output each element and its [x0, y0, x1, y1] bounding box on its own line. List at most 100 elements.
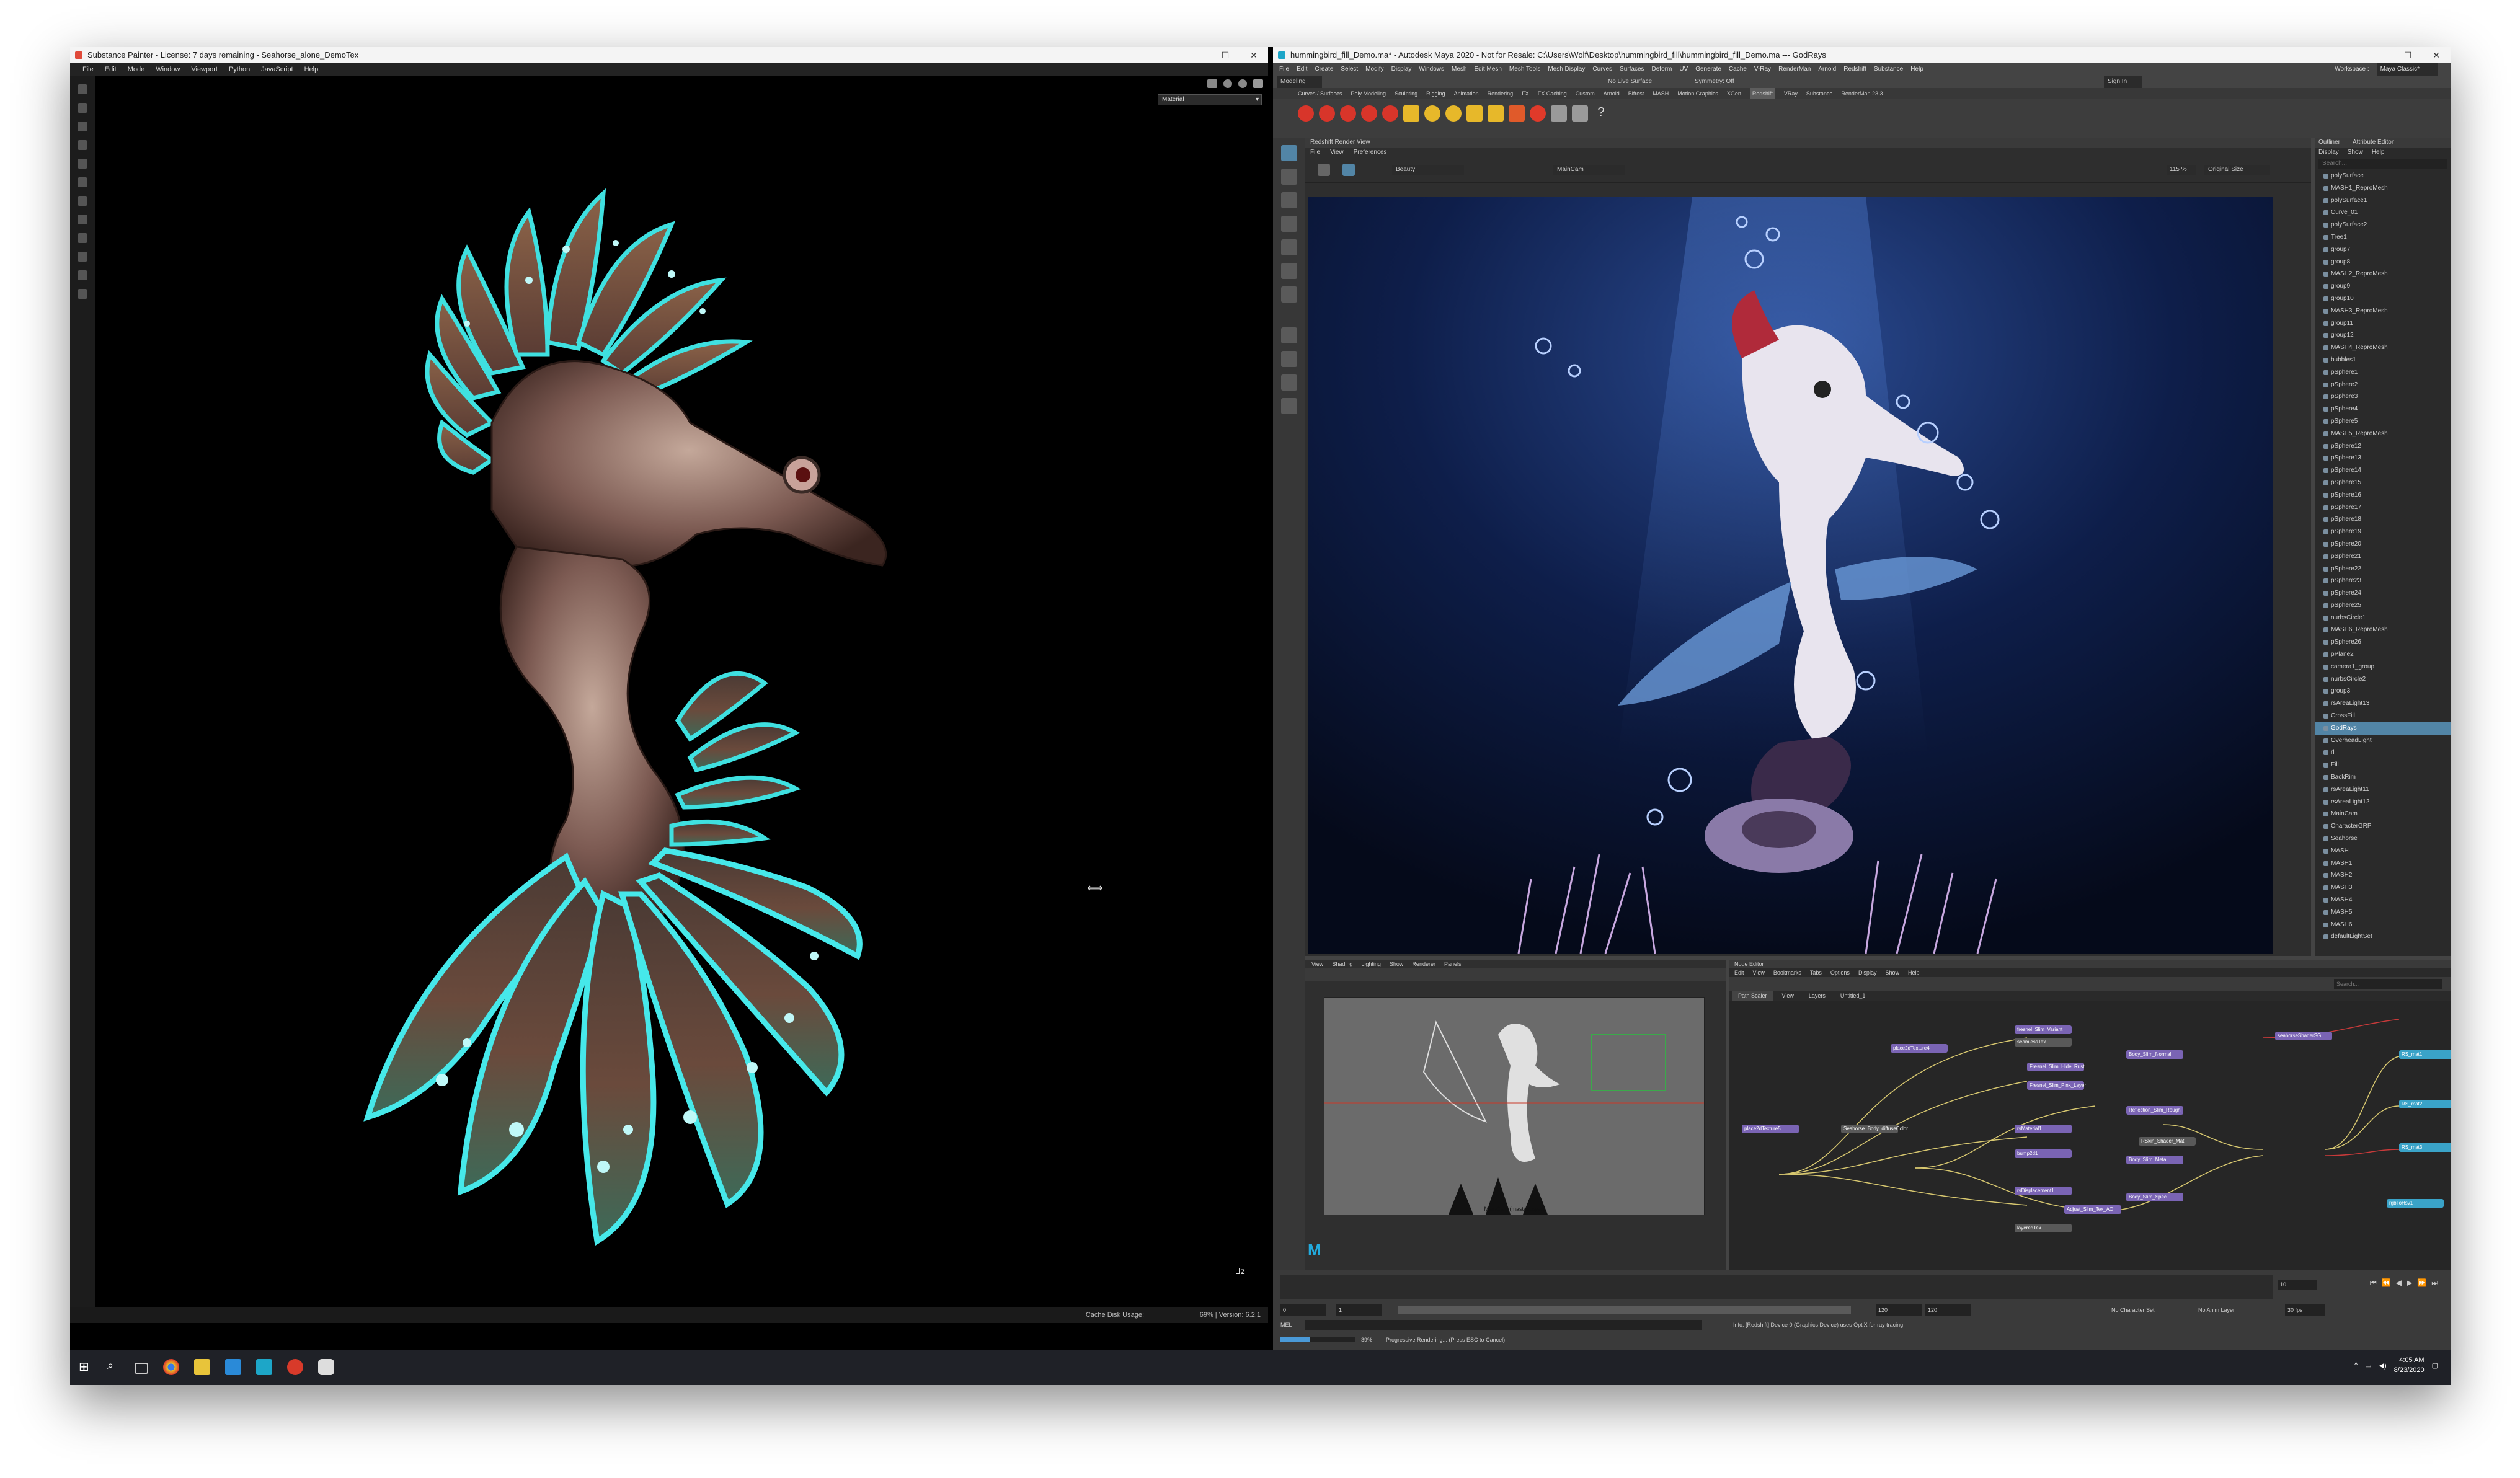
outliner-item[interactable]: MASH2_ReproMesh — [2315, 268, 2451, 280]
outliner-item[interactable]: pSphere20 — [2315, 538, 2451, 551]
shelf-icon[interactable] — [78, 270, 87, 280]
redshift-physical-sky-icon[interactable] — [1445, 105, 1462, 122]
outliner-item[interactable]: pSphere2 — [2315, 379, 2451, 391]
ol-menu-help[interactable]: Help — [2372, 148, 2385, 157]
ipr-icon[interactable] — [1342, 164, 1355, 176]
outliner-item[interactable]: GodRays — [2315, 722, 2451, 735]
outliner-item[interactable]: Fill — [2315, 759, 2451, 771]
outliner-item[interactable]: defaultLightSet — [2315, 931, 2451, 943]
shader-node[interactable]: Reflection_Slim_Rough — [2126, 1106, 2183, 1115]
outliner-item[interactable]: Seahorse — [2315, 833, 2451, 845]
maximize-button[interactable]: ☐ — [1211, 47, 1240, 63]
menu-help[interactable]: Help — [304, 63, 319, 76]
outliner-item[interactable]: group3 — [2315, 685, 2451, 697]
menu-display[interactable]: Display — [1391, 63, 1412, 76]
shelf-tab[interactable]: XGen — [1727, 88, 1741, 99]
rotate-tool-icon[interactable] — [1281, 239, 1297, 255]
menu-arnold[interactable]: Arnold — [1818, 63, 1836, 76]
menu-redshift[interactable]: Redshift — [1843, 63, 1866, 76]
menu-renderman[interactable]: RenderMan — [1778, 63, 1811, 76]
mode-select[interactable]: Modeling — [1277, 76, 1322, 88]
vp-menu-shading[interactable]: Shading — [1332, 960, 1352, 968]
shelf-tab[interactable]: Sculpting — [1395, 88, 1418, 99]
substance-3d-viewport[interactable]: Material ▾ ⟺ ⅃z — [95, 76, 1268, 1307]
time-slider[interactable] — [1280, 1275, 2273, 1299]
menu-create[interactable]: Create — [1315, 63, 1333, 76]
rv-menu-preferences[interactable]: Preferences — [1354, 148, 1387, 157]
outliner-item[interactable]: MASH1_ReproMesh — [2315, 182, 2451, 195]
outliner-item[interactable]: pSphere26 — [2315, 636, 2451, 648]
eraser-icon[interactable] — [78, 103, 87, 113]
menu-mesh-display[interactable]: Mesh Display — [1548, 63, 1585, 76]
outliner-item[interactable]: pSphere5 — [2315, 415, 2451, 428]
vp-menu-renderer[interactable]: Renderer — [1412, 960, 1435, 968]
redshift-proxy-icon[interactable] — [1488, 105, 1504, 122]
outliner-item[interactable]: MASH5_ReproMesh — [2315, 428, 2451, 440]
help-icon[interactable]: ? — [1593, 105, 1609, 122]
outliner-item[interactable]: MASH6 — [2315, 919, 2451, 931]
volume-icon[interactable]: ◀) — [2379, 1361, 2387, 1370]
discord-icon[interactable] — [318, 1359, 334, 1375]
shader-node[interactable]: Body_Slim_Metal — [2126, 1156, 2183, 1164]
camera-select[interactable]: MainCam — [1553, 165, 1625, 175]
outliner-item[interactable]: rl — [2315, 746, 2451, 759]
size-select[interactable]: Original Size — [2204, 165, 2270, 175]
ne-menu-help[interactable]: Help — [1908, 968, 1920, 977]
shader-node[interactable]: Fresnel_Slim_Pink_Layer — [2027, 1081, 2086, 1090]
shelf-tab[interactable]: Bifrost — [1628, 88, 1644, 99]
redshift-mesh-icon[interactable] — [1551, 105, 1567, 122]
minimize-button[interactable]: — — [2365, 47, 2394, 63]
outliner-search[interactable]: Search... — [2318, 159, 2447, 169]
outliner-item[interactable]: MASH3 — [2315, 882, 2451, 894]
step-forward-icon[interactable]: ⏩ — [2417, 1278, 2426, 1288]
outliner-item[interactable]: group8 — [2315, 256, 2451, 268]
close-button[interactable]: ✕ — [2422, 47, 2451, 63]
go-end-icon[interactable]: ⏭ — [2431, 1278, 2438, 1288]
outliner-item[interactable]: MainCam — [2315, 808, 2451, 820]
outliner-item[interactable]: MASH4 — [2315, 894, 2451, 906]
start-frame-field[interactable]: 0 — [1280, 1304, 1326, 1316]
redshift-portal-icon[interactable] — [1466, 105, 1483, 122]
symmetry-label[interactable]: Symmetry: Off — [1695, 76, 1734, 88]
clock[interactable]: 4:05 AM 8/23/2020 — [2394, 1355, 2425, 1375]
menu-mode[interactable]: Mode — [128, 63, 145, 76]
render-icon[interactable] — [1318, 164, 1330, 176]
shader-node[interactable]: RS_mat3 — [2399, 1143, 2451, 1152]
shader-node[interactable]: place2dTexture4 — [1891, 1044, 1948, 1053]
projection-icon[interactable] — [78, 122, 87, 131]
outliner-item[interactable]: MASH5 — [2315, 906, 2451, 919]
select-tool-icon[interactable] — [1281, 145, 1297, 161]
outliner-item[interactable]: polySurface1 — [2315, 195, 2451, 207]
shader-node[interactable]: seahorseShaderSG — [2275, 1032, 2332, 1040]
range-slider[interactable] — [1398, 1306, 1851, 1314]
outliner-item[interactable]: polySurface2 — [2315, 219, 2451, 231]
outliner-item[interactable]: pSphere15 — [2315, 477, 2451, 489]
outliner-item[interactable]: nurbsCircle1 — [2315, 612, 2451, 624]
shelf-tab[interactable]: FX Caching — [1538, 88, 1567, 99]
rv-menu-file[interactable]: File — [1310, 148, 1320, 157]
move-tool-icon[interactable] — [1281, 216, 1297, 232]
ne-menu-tabs[interactable]: Tabs — [1810, 968, 1822, 977]
menu-edit-mesh[interactable]: Edit Mesh — [1474, 63, 1501, 76]
outliner-item[interactable]: bubbles1 — [2315, 354, 2451, 366]
outliner-item[interactable]: BackRim — [2315, 771, 2451, 784]
menu-window[interactable]: Window — [156, 63, 180, 76]
side-by-side-icon[interactable] — [1281, 374, 1297, 391]
outliner-item[interactable]: pSphere25 — [2315, 600, 2451, 612]
shader-node[interactable]: RSkin_Shader_Mat — [2139, 1137, 2196, 1146]
ne-tab-view[interactable]: View — [1776, 991, 1800, 1001]
outliner-item[interactable]: MASH1 — [2315, 857, 2451, 870]
start-icon[interactable]: ⊞ — [79, 1359, 95, 1375]
outliner-item[interactable]: MASH6_ReproMesh — [2315, 624, 2451, 636]
play-back-icon[interactable]: ◀ — [2396, 1278, 2402, 1288]
menu-generate[interactable]: Generate — [1695, 63, 1721, 76]
ne-menu-display[interactable]: Display — [1858, 968, 1877, 977]
texture-set-icon[interactable] — [78, 252, 87, 262]
outliner-item[interactable]: OverheadLight — [2315, 735, 2451, 747]
shelf-tab[interactable]: Animation — [1454, 88, 1479, 99]
outliner-item[interactable]: pSphere12 — [2315, 440, 2451, 453]
outliner-item[interactable]: pSphere3 — [2315, 391, 2451, 403]
ol-menu-show[interactable]: Show — [2348, 148, 2363, 157]
minimize-button[interactable]: — — [1182, 47, 1211, 63]
outliner-layout-icon[interactable] — [1281, 398, 1297, 414]
